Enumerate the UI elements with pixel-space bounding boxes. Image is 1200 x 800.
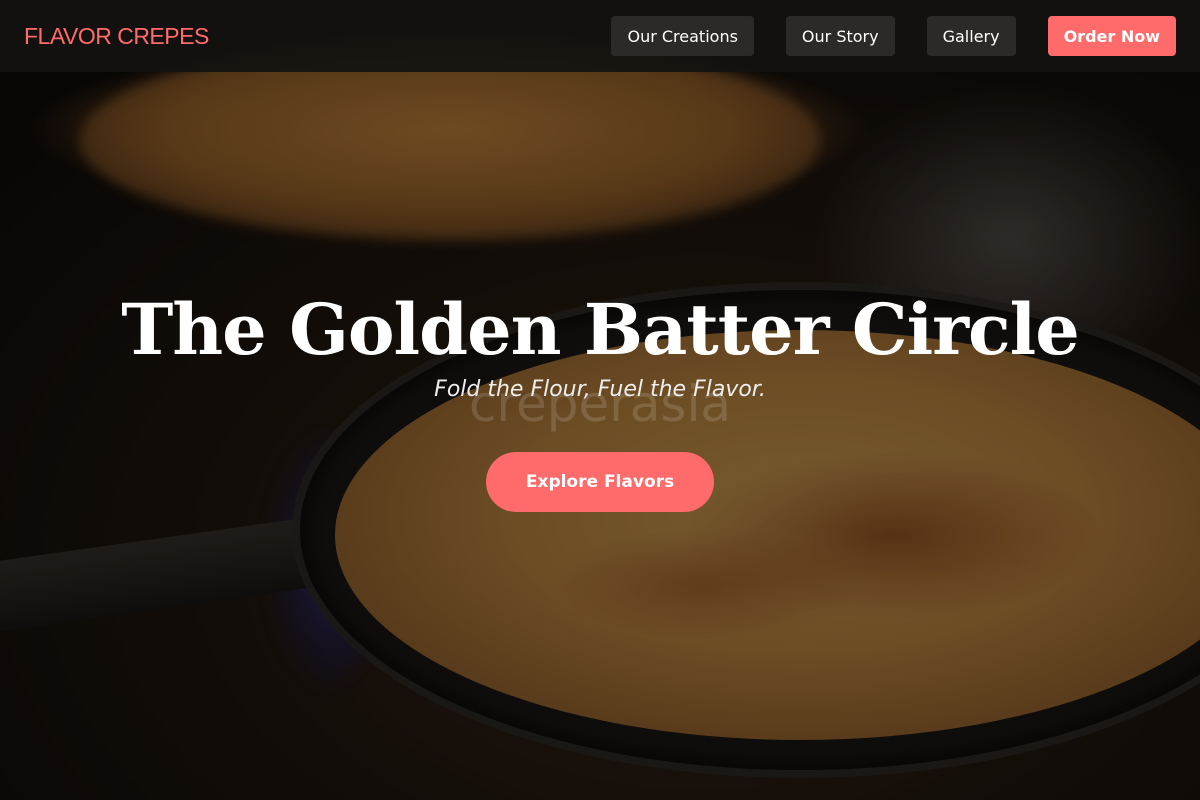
hero-content: The Golden Batter Circle creperasia Fold… xyxy=(0,285,1200,512)
site-header: FLAVOR CREPES Our Creations Our Story Ga… xyxy=(0,0,1200,72)
nav-our-creations[interactable]: Our Creations xyxy=(611,16,754,56)
order-now-button[interactable]: Order Now xyxy=(1047,16,1176,56)
explore-flavors-button[interactable]: Explore Flavors xyxy=(485,452,715,512)
hero-subtitle-wrap: creperasia Fold the Flour, Fuel the Flav… xyxy=(0,375,1200,429)
main-nav: Our Creations Our Story Gallery Order No… xyxy=(611,16,1176,56)
hero-title: The Golden Batter Circle xyxy=(121,288,1080,371)
hero-subtitle: Fold the Flour, Fuel the Flavor. xyxy=(434,377,766,402)
nav-our-story[interactable]: Our Story xyxy=(785,16,895,56)
nav-gallery[interactable]: Gallery xyxy=(926,16,1016,56)
brand-logo[interactable]: FLAVOR CREPES xyxy=(24,23,209,50)
